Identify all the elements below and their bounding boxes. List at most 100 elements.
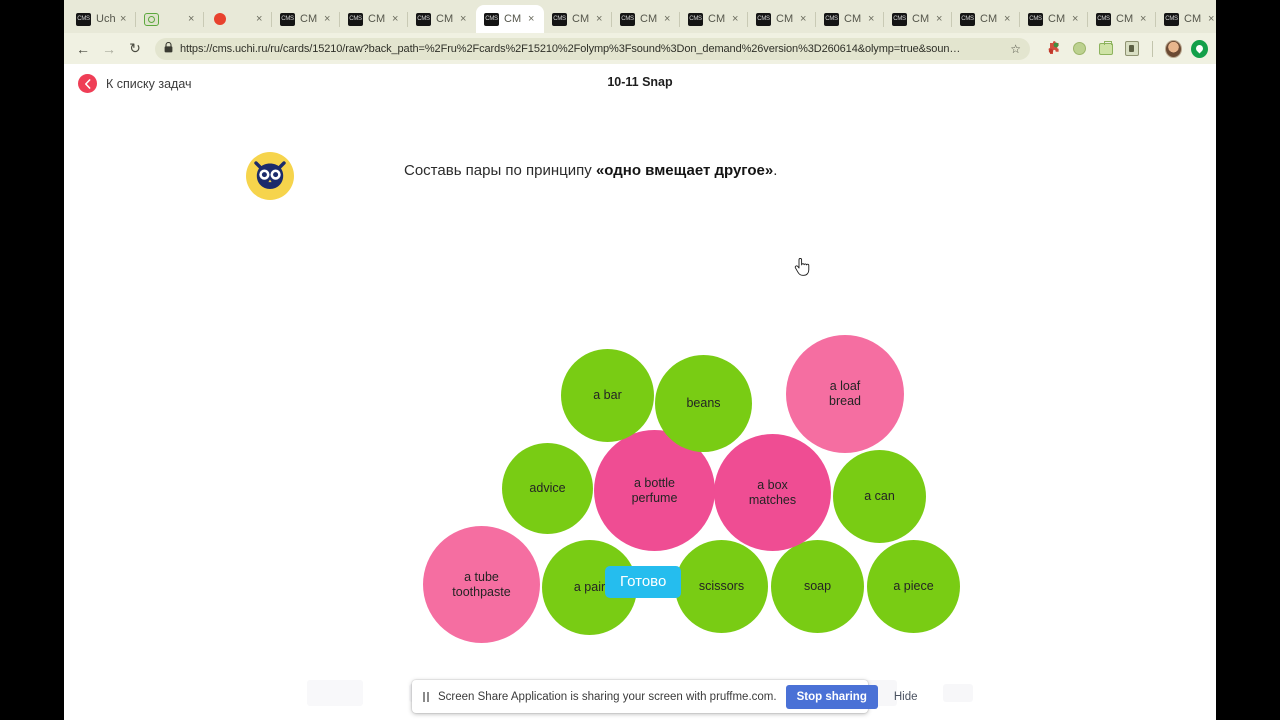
pause-icon[interactable] <box>423 691 429 702</box>
browser-tab[interactable]: CMS CM × <box>340 5 408 33</box>
answer-bubble[interactable]: soap <box>771 540 864 633</box>
answer-bubble[interactable]: a can <box>833 450 926 543</box>
answer-bubble-label: advice <box>529 481 566 496</box>
shield-extension-icon[interactable] <box>1123 40 1140 57</box>
browser-toolbar: ← → ↻ https://cms.uchi.ru/ru/cards/15210… <box>64 33 1216 64</box>
cms-favicon: CMS <box>484 12 499 26</box>
answer-bubble[interactable]: a tube toothpaste <box>423 526 540 643</box>
url-text[interactable]: https://cms.uchi.ru/ru/cards/15210/raw?b… <box>180 43 1003 55</box>
browser-tab-title: CM <box>1184 13 1202 25</box>
close-icon[interactable]: × <box>664 13 673 25</box>
answer-bubble-label: a can <box>864 489 895 504</box>
browser-tab[interactable]: CMS CM × <box>272 5 340 33</box>
browser-tab[interactable]: CMS CM × <box>408 5 476 33</box>
browser-tab-title: CM <box>912 13 930 25</box>
answer-bubble[interactable]: scissors <box>675 540 768 633</box>
screen-root: CMS Uch × × × CMS CM × CMS CM × CMS CM × CMS CM × CMS CM × C… <box>0 0 1280 720</box>
answer-bubble[interactable]: a loaf bread <box>786 335 904 453</box>
browser-tab[interactable]: CMS CM × <box>612 5 680 33</box>
browser-tab-title: CM <box>708 13 726 25</box>
record-dot-icon <box>212 13 227 26</box>
answer-bubble[interactable]: a piece <box>867 540 960 633</box>
stop-sharing-button[interactable]: Stop sharing <box>785 684 878 709</box>
browser-tab-title: CM <box>504 13 522 25</box>
close-icon[interactable]: × <box>868 13 877 25</box>
browser-tab-title: CM <box>572 13 590 25</box>
answer-bubble[interactable]: advice <box>502 443 593 534</box>
cms-favicon: CMS <box>756 12 771 26</box>
browser-tab[interactable]: CMS CM × <box>476 5 544 33</box>
browser-tab[interactable]: CMS CM × <box>1088 5 1156 33</box>
browser-tab[interactable]: × <box>136 5 204 33</box>
close-icon[interactable]: × <box>596 13 605 25</box>
forward-navigation-icon[interactable]: → <box>98 38 120 60</box>
cms-favicon: CMS <box>280 12 295 26</box>
camera-icon <box>144 12 159 26</box>
cms-favicon: CMS <box>76 12 91 26</box>
answer-bubble-label: a loaf bread <box>829 379 861 408</box>
answer-bubble-label: a pair <box>573 580 606 595</box>
cms-favicon: CMS <box>416 12 431 26</box>
browser-tab[interactable]: CMS CM × <box>544 5 612 33</box>
close-icon[interactable]: × <box>1072 13 1081 25</box>
browser-tab-strip: CMS Uch × × × CMS CM × CMS CM × CMS CM × CMS CM × CMS CM × C… <box>64 0 1216 33</box>
answer-bubble[interactable]: a box matches <box>714 434 831 551</box>
close-icon[interactable]: × <box>460 13 469 25</box>
close-icon[interactable]: × <box>120 13 129 25</box>
browser-tab[interactable]: CMS CM × <box>748 5 816 33</box>
cms-favicon: CMS <box>892 12 907 26</box>
bookmark-star-icon[interactable]: ☆ <box>1010 42 1021 56</box>
browser-tab[interactable]: CMS CM × <box>816 5 884 33</box>
close-icon[interactable]: × <box>800 13 809 25</box>
answer-bubble[interactable]: a bar <box>561 349 654 442</box>
cms-favicon: CMS <box>552 12 567 26</box>
close-icon[interactable]: × <box>936 13 945 25</box>
browser-tab[interactable]: CMS Uch × <box>68 5 136 33</box>
answer-bubble[interactable]: beans <box>655 355 752 452</box>
page-title: 10-11 Snap <box>607 75 673 89</box>
browser-tab[interactable]: CMS CM × <box>952 5 1020 33</box>
close-icon[interactable]: × <box>528 13 537 25</box>
address-bar[interactable]: https://cms.uchi.ru/ru/cards/15210/raw?b… <box>155 37 1030 60</box>
page-content: К списку задач 10-11 Snap Составь пары п… <box>64 64 1216 720</box>
browser-tab[interactable]: CMS CM × <box>680 5 748 33</box>
mouse-cursor-icon <box>794 257 810 276</box>
close-icon[interactable]: × <box>324 13 333 25</box>
answer-bubble-label: a tube toothpaste <box>452 569 511 599</box>
adblock-icon[interactable] <box>1191 39 1208 58</box>
circle-extension-icon[interactable] <box>1071 40 1088 57</box>
browser-tab[interactable]: CMS CM × <box>1156 5 1216 33</box>
close-icon[interactable]: × <box>1208 13 1216 25</box>
reload-icon[interactable]: ↻ <box>124 38 146 60</box>
browser-tab-title: CM <box>844 13 862 25</box>
screen-share-message: Screen Share Application is sharing your… <box>438 690 777 703</box>
browser-tab[interactable]: CMS CM × <box>1020 5 1088 33</box>
close-icon[interactable]: × <box>1140 13 1149 25</box>
answer-bubble-label: a box matches <box>748 477 797 507</box>
browser-tab-title: CM <box>776 13 794 25</box>
extension-icon-row <box>1039 39 1208 58</box>
hide-notification-button[interactable]: Hide <box>887 686 925 708</box>
browser-tab-title: Uch <box>96 13 115 25</box>
done-button[interactable]: Готово <box>605 566 682 598</box>
puzzle-icon[interactable] <box>1045 40 1062 57</box>
back-navigation-icon[interactable]: ← <box>72 38 94 60</box>
browser-window: CMS Uch × × × CMS CM × CMS CM × CMS CM × CMS CM × CMS CM × C… <box>64 0 1216 720</box>
close-icon[interactable]: × <box>392 13 401 25</box>
browser-tab[interactable]: × <box>204 5 272 33</box>
close-icon[interactable]: × <box>256 13 265 25</box>
bubble-canvas: a piece soap scissors a pair a tube toothpast… <box>64 168 1216 643</box>
cms-favicon: CMS <box>960 12 975 26</box>
close-icon[interactable]: × <box>1004 13 1013 25</box>
browser-tab-title: CM <box>640 13 658 25</box>
browser-tab[interactable]: CMS CM × <box>884 5 952 33</box>
page-header: К списку задач 10-11 Snap <box>64 64 1216 104</box>
close-icon[interactable]: × <box>188 13 197 25</box>
cms-favicon: CMS <box>348 12 363 26</box>
close-icon[interactable]: × <box>732 13 741 25</box>
letterbox-left <box>0 0 64 720</box>
profile-avatar-icon[interactable] <box>1165 39 1182 58</box>
briefcase-extension-icon[interactable] <box>1097 40 1114 57</box>
cms-favicon: CMS <box>1028 12 1043 26</box>
letterbox-right <box>1216 0 1280 720</box>
